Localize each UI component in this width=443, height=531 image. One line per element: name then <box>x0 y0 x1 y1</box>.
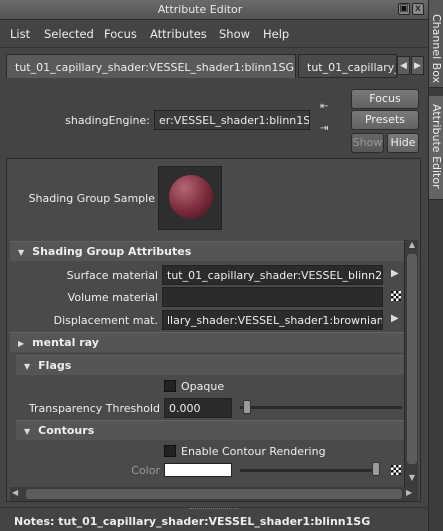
section-shading-group-title: Shading Group Attributes <box>32 245 192 258</box>
surface-material-label: Surface material <box>66 269 158 282</box>
horizontal-scroll-thumb[interactable] <box>26 489 402 499</box>
notes-text: Notes: tut_01_capillary_shader:VESSEL_sh… <box>14 515 371 528</box>
tab-channel-box[interactable]: Channel Box <box>429 0 443 88</box>
menu-list[interactable]: List <box>10 27 30 41</box>
opaque-label: Opaque <box>181 380 225 393</box>
scroll-down-icon[interactable]: ▼ <box>406 473 418 485</box>
transparency-slider-track[interactable] <box>240 406 402 409</box>
transparency-threshold-label: Transparency Threshold <box>28 402 160 415</box>
contour-color-swatch[interactable] <box>164 463 232 477</box>
window-title: Attribute Editor <box>157 3 243 16</box>
displacement-material-label: Displacement mat. <box>53 314 158 327</box>
opaque-checkbox[interactable] <box>164 380 176 392</box>
menu-help[interactable]: Help <box>263 27 289 41</box>
menu-selected[interactable]: Selected <box>44 27 94 41</box>
tab-scroll-left-icon[interactable]: ◀ <box>397 56 410 75</box>
input-connection-icon[interactable]: ⇤ <box>320 101 332 113</box>
menu-bar: List Selected Focus Attributes Show Help <box>0 20 428 46</box>
contour-color-slider-track[interactable] <box>240 469 380 472</box>
transparency-threshold-field[interactable]: 0.000 <box>164 398 232 418</box>
tab-scroll-right-icon[interactable]: ▶ <box>411 56 424 75</box>
volume-material-map-icon[interactable] <box>391 291 401 301</box>
shading-engine-label: shadingEngine: <box>65 114 150 127</box>
scroll-left-icon[interactable]: ◀ <box>12 488 24 500</box>
section-contours[interactable]: ▼ Contours <box>16 420 404 440</box>
focus-button[interactable]: Focus <box>351 89 419 109</box>
menu-divider <box>0 47 428 48</box>
section-mental-ray-title: mental ray <box>32 336 99 349</box>
enable-contour-label: Enable Contour Rendering <box>181 445 326 458</box>
node-tab-row: tut_01_capillary_shader:VESSEL_shader1:b… <box>0 54 428 78</box>
tab-attribute-editor[interactable]: Attribute Editor <box>429 96 443 200</box>
surface-material-field[interactable]: tut_01_capillary_shader:VESSEL_blinn2 <box>162 265 383 285</box>
presets-button[interactable]: Presets <box>351 110 419 130</box>
tab-channel-box-label: Channel Box <box>430 14 443 84</box>
section-flags-title: Flags <box>38 359 72 372</box>
contour-color-slider-handle[interactable] <box>372 462 380 476</box>
close-button[interactable]: x <box>412 3 424 15</box>
sample-label: Shading Group Sample <box>28 192 155 205</box>
hide-button[interactable]: Hide <box>387 133 419 153</box>
surface-material-map-icon[interactable]: ▶ <box>391 268 399 279</box>
section-contours-title: Contours <box>38 424 95 437</box>
transparency-slider-handle[interactable] <box>243 400 251 414</box>
tab-capillary[interactable]: tut_01_capillary_ <box>298 54 397 78</box>
volume-material-label: Volume material <box>67 291 158 304</box>
volume-material-field[interactable] <box>162 287 383 307</box>
horizontal-scrollbar[interactable]: ◀ ▶ <box>10 487 418 501</box>
contour-color-label: Color <box>131 464 160 477</box>
side-tab-bar: Channel Box Attribute Editor <box>428 0 443 531</box>
menu-focus[interactable]: Focus <box>104 27 137 41</box>
show-button[interactable]: Show <box>351 133 384 153</box>
section-mental-ray[interactable]: ▶ mental ray <box>10 332 404 352</box>
menu-attributes[interactable]: Attributes <box>150 27 207 41</box>
node-name-field[interactable]: er:VESSEL_shader1:blinn1SG <box>154 110 310 130</box>
displacement-material-field[interactable]: llary_shader:VESSEL_shader1:brownian1 <box>162 310 383 330</box>
enable-contour-checkbox[interactable] <box>164 445 176 457</box>
section-shading-group[interactable]: ▼ Shading Group Attributes <box>10 241 404 261</box>
title-bar: Attribute Editor ▣ x <box>0 0 428 20</box>
tab-blinn1SG[interactable]: tut_01_capillary_shader:VESSEL_shader1:b… <box>6 54 296 78</box>
maximize-button[interactable]: ▣ <box>398 3 410 15</box>
menu-show[interactable]: Show <box>219 27 250 41</box>
tab-attribute-editor-label: Attribute Editor <box>430 104 443 189</box>
scroll-right-icon[interactable]: ▶ <box>406 488 418 500</box>
notes-drag-handle[interactable] <box>190 508 238 511</box>
displacement-material-map-icon[interactable]: ▶ <box>391 313 399 324</box>
section-flags[interactable]: ▼ Flags <box>16 355 404 375</box>
contour-color-map-icon[interactable] <box>391 465 401 475</box>
output-connection-icon[interactable]: ⇥ <box>320 123 332 135</box>
notes-bar: Notes: tut_01_capillary_shader:VESSEL_sh… <box>0 507 428 531</box>
sample-sphere <box>169 175 213 219</box>
scroll-up-icon[interactable]: ▲ <box>406 240 418 252</box>
vertical-scrollbar[interactable]: ▲ ▼ <box>404 240 418 487</box>
sample-swatch <box>158 166 222 230</box>
vertical-scroll-thumb[interactable] <box>407 254 417 464</box>
